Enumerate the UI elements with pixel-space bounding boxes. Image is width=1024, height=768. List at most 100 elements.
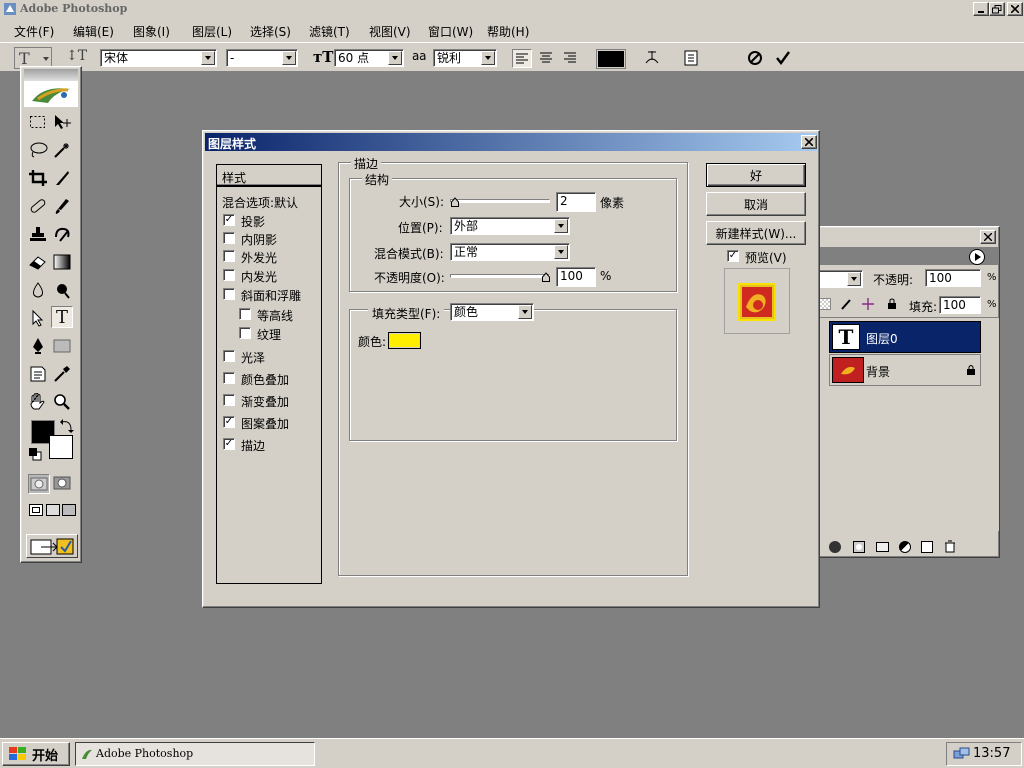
align-center-button[interactable] <box>537 49 557 68</box>
pattern-overlay-checkbox[interactable]: ✓ <box>223 416 235 428</box>
healing-brush-tool-icon[interactable] <box>27 195 49 217</box>
adjustment-layer-icon[interactable] <box>899 541 911 553</box>
magic-wand-tool-icon[interactable] <box>51 139 73 161</box>
style-item-inner-shadow[interactable]: 内阴影 <box>223 230 319 248</box>
screen-mode-full-menu-icon[interactable] <box>46 504 60 516</box>
zoom-tool-icon[interactable] <box>51 391 73 413</box>
style-item-inner-glow[interactable]: 内发光 <box>223 267 319 285</box>
dialog-titlebar[interactable]: 图层样式 <box>205 133 817 151</box>
layer-opacity-input[interactable]: 100 <box>925 269 981 287</box>
restore-button[interactable] <box>989 2 1005 16</box>
inner-glow-checkbox[interactable] <box>223 269 235 281</box>
lock-all-icon[interactable] <box>885 297 899 311</box>
menu-help[interactable]: 帮助(H) <box>487 23 529 40</box>
new-style-button[interactable]: 新建样式(W)... <box>706 221 806 245</box>
marquee-tool-icon[interactable] <box>27 111 49 133</box>
hand-tool-icon[interactable] <box>27 391 49 413</box>
jump-to-imageready-button[interactable] <box>26 534 78 558</box>
burn-tool-icon[interactable] <box>51 279 73 301</box>
layer-row-layer0[interactable]: T 图层0 <box>829 321 981 353</box>
pen-tool-icon[interactable] <box>27 335 49 357</box>
menu-edit[interactable]: 编辑(E) <box>73 23 114 40</box>
style-item-gradient-overlay[interactable]: 渐变叠加 <box>223 392 319 410</box>
layer-mask-icon[interactable] <box>853 541 865 553</box>
lock-pixels-icon[interactable] <box>839 297 853 311</box>
menu-view[interactable]: 视图(V) <box>369 23 411 40</box>
stroke-color-swatch[interactable] <box>388 332 421 349</box>
menu-image[interactable]: 图象(I) <box>133 23 170 40</box>
blur-tool-icon[interactable] <box>27 279 49 301</box>
antialias-select[interactable]: 锐利 <box>433 49 497 67</box>
eraser-tool-icon[interactable] <box>27 251 49 273</box>
menu-file[interactable]: 文件(F) <box>14 23 54 40</box>
cancel-button[interactable]: 取消 <box>706 192 806 216</box>
style-item-drop-shadow[interactable]: ✓ 投影 <box>223 212 319 230</box>
background-color-swatch[interactable] <box>49 435 73 459</box>
size-slider[interactable] <box>450 196 550 207</box>
styles-header[interactable]: 样式 <box>217 165 321 187</box>
style-item-bevel-emboss[interactable]: 斜面和浮雕 <box>223 286 319 304</box>
gradient-tool-icon[interactable] <box>51 251 73 273</box>
layers-palette-titlebar[interactable] <box>813 227 999 245</box>
preview-checkbox[interactable]: ✓ <box>727 250 739 262</box>
start-button[interactable]: 开始 <box>2 742 70 766</box>
align-left-button[interactable] <box>512 49 532 68</box>
satin-checkbox[interactable] <box>223 350 235 362</box>
contour-checkbox[interactable] <box>239 308 251 320</box>
bevel-emboss-checkbox[interactable] <box>223 288 235 300</box>
blending-options-item[interactable]: 混合选项:默认 <box>222 194 298 211</box>
history-brush-tool-icon[interactable] <box>51 223 73 245</box>
menu-filter[interactable]: 滤镜(T) <box>309 23 350 40</box>
commit-edit-button[interactable] <box>773 48 793 68</box>
layer-fill-input[interactable]: 100 <box>939 296 981 314</box>
swap-colors-icon[interactable] <box>59 418 75 434</box>
screen-mode-full-icon[interactable] <box>62 504 76 516</box>
notes-tool-icon[interactable] <box>27 363 49 385</box>
toolbox-gripper[interactable] <box>24 69 78 81</box>
fill-type-select[interactable]: 颜色 <box>450 303 534 321</box>
lock-transparency-icon[interactable] <box>819 298 831 310</box>
opacity-slider[interactable] <box>450 271 550 282</box>
minimize-button[interactable] <box>973 2 989 16</box>
palettes-button[interactable] <box>681 48 701 68</box>
network-icon[interactable] <box>953 747 971 763</box>
taskbar-item-photoshop[interactable]: Adobe Photoshop <box>75 742 315 766</box>
lasso-tool-icon[interactable] <box>27 139 49 161</box>
text-color-swatch[interactable] <box>596 49 626 69</box>
warp-text-button[interactable] <box>641 48 663 68</box>
style-item-contour[interactable]: 等高线 <box>239 306 319 324</box>
blend-mode-select[interactable]: 正常 <box>450 243 570 261</box>
menu-layer[interactable]: 图层(L) <box>192 23 232 40</box>
rectangle-tool-icon[interactable] <box>51 335 73 357</box>
delete-layer-icon[interactable] <box>944 540 956 553</box>
dialog-close-button[interactable] <box>801 135 817 149</box>
gradient-overlay-checkbox[interactable] <box>223 394 235 406</box>
size-input[interactable]: 2 <box>556 192 596 212</box>
outer-glow-checkbox[interactable] <box>223 250 235 262</box>
type-tool-icon[interactable]: T <box>51 306 73 328</box>
default-colors-icon[interactable] <box>28 447 42 461</box>
move-tool-icon[interactable] <box>51 111 73 133</box>
style-item-stroke[interactable]: ✓ 描边 <box>223 436 319 454</box>
text-orientation-icon[interactable]: ↕T <box>66 48 87 68</box>
path-selection-tool-icon[interactable] <box>27 307 49 329</box>
size-slider-thumb[interactable] <box>451 196 459 207</box>
opacity-slider-thumb[interactable] <box>542 271 550 282</box>
font-family-select[interactable]: 宋体 <box>100 49 217 67</box>
clone-stamp-tool-icon[interactable] <box>27 223 49 245</box>
slice-tool-icon[interactable] <box>51 167 73 189</box>
drop-shadow-checkbox[interactable]: ✓ <box>223 214 235 226</box>
position-select[interactable]: 外部 <box>450 217 570 235</box>
style-item-color-overlay[interactable]: 颜色叠加 <box>223 370 319 388</box>
menu-window[interactable]: 窗口(W) <box>428 23 473 40</box>
stroke-checkbox[interactable]: ✓ <box>223 438 235 450</box>
opacity-input[interactable]: 100 <box>556 267 596 287</box>
ok-button[interactable]: 好 <box>706 163 806 187</box>
lock-position-icon[interactable] <box>861 297 875 311</box>
style-item-outer-glow[interactable]: 外发光 <box>223 248 319 266</box>
brush-tool-icon[interactable] <box>51 195 73 217</box>
style-item-texture[interactable]: 纹理 <box>239 325 319 343</box>
quick-mask-mode-button[interactable] <box>52 474 74 494</box>
screen-mode-standard-icon[interactable] <box>29 504 43 516</box>
palette-menu-button[interactable] <box>969 249 985 265</box>
